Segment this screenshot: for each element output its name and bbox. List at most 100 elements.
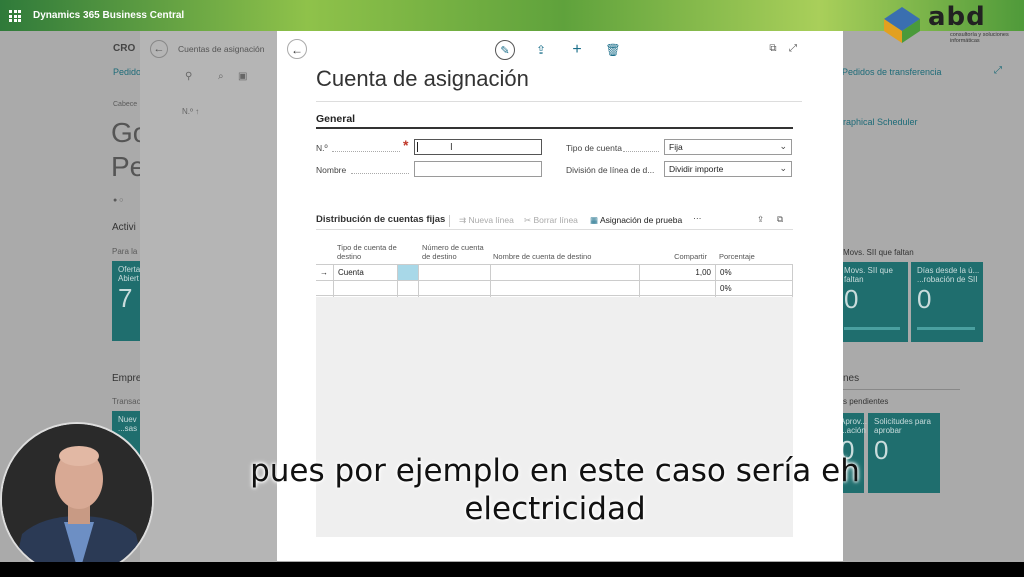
expand-icon[interactable]: ⤢ [783,39,803,59]
new-line-label: Nueva línea [468,215,514,225]
tile-label: Oferta Abiert [118,265,141,283]
row-marker: → [320,268,328,277]
list-title: Cuentas de asignación [178,44,265,54]
col-nombre[interactable]: Nombre de cuenta de destino [493,252,633,261]
dots [351,173,409,174]
divider [316,101,802,102]
caption-line-2: electricidad [464,491,646,527]
section-general[interactable]: General [316,113,355,125]
edit-icon[interactable]: ✎ [495,40,515,60]
sii-heading: Movs. SII que faltan [843,248,914,257]
cell-nombre[interactable] [490,281,639,297]
app-header: Dynamics 365 Business Central [0,0,1024,31]
cell-compartir[interactable] [639,281,715,297]
popout-icon[interactable]: ⧉ [763,39,783,59]
cell-tipo[interactable] [333,281,397,297]
pendientes-label: s pendientes [843,397,889,406]
text-cursor-icon: I [450,142,453,153]
graphical-scheduler-link[interactable]: raphical Scheduler [843,117,918,127]
more-options-button[interactable]: ··· [693,213,702,223]
section-underline [316,127,793,129]
app-title[interactable]: Dynamics 365 Business Central [33,10,184,21]
cell-nombre[interactable] [490,265,639,281]
share-icon[interactable]: ⇪ [757,214,764,225]
delete-line-label: Borrar línea [533,215,578,225]
tile-bar [844,327,900,330]
column-header-no[interactable]: N.º ↑ [182,107,199,116]
no-field[interactable]: I [414,139,542,155]
sublist-title[interactable]: Distribución de cuentas fijas [316,214,445,225]
popout-icon[interactable]: ⧉ [777,214,783,225]
back-icon[interactable]: ← [287,39,307,59]
para-la-label: Para la [112,247,138,256]
test-icon: ▦ [590,215,600,225]
tile-value: 0 [917,284,932,314]
cell-extra[interactable] [397,281,418,297]
new-line-button[interactable]: ⇉ Nueva línea [459,215,514,226]
tile-dias-sii[interactable]: Días desde la ú... ...robación de SII 0 [911,262,983,342]
cabecera-label: Cabece [113,101,138,108]
logo-text: abd [928,2,986,32]
tile-label: Días desde la ú... ...robación de SII [917,266,980,284]
nombre-label: Nombre [316,165,347,175]
tile-movs-sii[interactable]: Movs. SII que faltan 0 [838,262,908,342]
row-marker [316,281,333,297]
nav-transfer-orders[interactable]: Pedidos de transferencia [842,67,942,77]
empresa-heading: Empre [112,373,142,384]
col-compartir[interactable]: Compartir [663,252,707,261]
page-dots: ● ○ [113,197,124,204]
tile-label: Solicitudes para aprobar [874,417,931,435]
cell-selected[interactable] [397,265,418,281]
tile-ofertas[interactable]: Oferta Abiert 7 [112,261,140,341]
cell-compartir[interactable]: 1,00 [639,265,715,281]
no-label: N.º [316,143,328,153]
presenter-image [2,424,152,575]
delete-line-button[interactable]: ✂ Borrar línea [524,215,578,226]
divider [838,389,960,390]
division-select[interactable]: Dividir importe ⌄ [664,161,792,177]
test-allocation-label: Asignación de prueba [599,215,683,225]
page-title: Cuenta de asignación [316,66,529,91]
dots [623,151,659,152]
col-porcentaje[interactable]: Porcentaje [719,252,779,261]
table-row[interactable]: 0% [316,280,793,297]
tile-label: Movs. SII que faltan [844,266,893,284]
logo-mark-icon [884,7,920,43]
nombre-field[interactable] [414,161,542,177]
expand-icon[interactable]: ⤢ [994,65,1002,76]
aprobaciones-heading: nes [843,373,860,384]
tile-value: 7 [118,283,133,313]
logo-subtitle: consultoría y soluciones informáticas [950,32,1009,44]
division-label: División de línea de d... [566,165,655,175]
table-row[interactable]: → Cuenta 1,00 0% [316,264,793,281]
activities-heading: Activi [112,222,136,233]
cell-numero[interactable] [418,281,490,297]
nav-pedidos[interactable]: Pedido [113,67,141,77]
divider [316,229,793,230]
cell-numero[interactable] [418,265,490,281]
back-icon[interactable]: ← [150,40,168,58]
view-icon[interactable]: ▣ [238,71,247,82]
tipo-cuenta-value: Fija [669,142,683,152]
cell-porcentaje: 0% [715,265,793,281]
company-code: CRO [113,43,136,54]
text-caret [417,142,418,152]
search-icon[interactable]: ⌕ [218,71,224,82]
chevron-down-icon: ⌄ [779,141,787,151]
share-icon[interactable]: ⇪ [531,40,551,60]
cell-tipo[interactable]: Cuenta [333,265,397,281]
cell-porcentaje: 0% [715,281,793,297]
col-numero[interactable]: Número de cuenta de destino [422,243,487,261]
subtitle-caption: pues por ejemplo en este caso sería eh e… [150,452,960,528]
delete-icon[interactable]: 🗑 [603,40,623,60]
col-tipo[interactable]: Tipo de cuenta de destino [337,243,412,261]
filter-icon[interactable]: ⚲ [185,71,192,82]
division-value: Dividir importe [669,164,724,174]
add-icon[interactable]: + [567,40,587,60]
app-launcher-icon[interactable] [9,10,21,22]
tipo-cuenta-label: Tipo de cuenta [566,143,622,153]
tile-bar [917,327,975,330]
transac-label: Transac [112,397,141,406]
test-allocation-button[interactable]: ▦ Asignación de prueba [590,215,682,226]
tipo-cuenta-select[interactable]: Fija ⌄ [664,139,792,155]
